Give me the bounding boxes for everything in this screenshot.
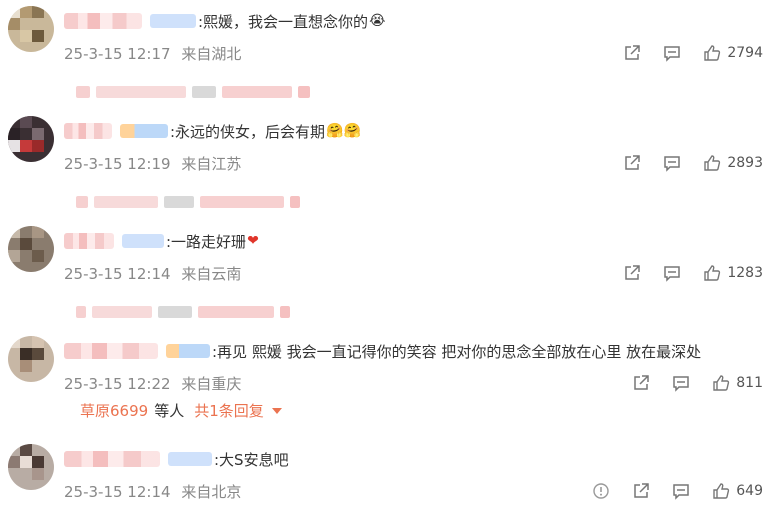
share-icon	[634, 375, 650, 390]
comment-actions: 2794	[601, 42, 763, 64]
comment-meta: 25-3-15 12:22 来自重庆	[64, 373, 247, 394]
user-badge	[120, 124, 168, 138]
like-button[interactable]: 1283	[703, 264, 763, 282]
comment-date: 25-3-15 12:17	[64, 45, 171, 63]
share-button[interactable]	[632, 482, 650, 500]
user-badge	[122, 234, 164, 248]
like-count: 1283	[727, 265, 763, 281]
share-icon	[625, 45, 641, 60]
thumbs-up-icon	[713, 483, 730, 499]
chevron-down-icon[interactable]	[271, 407, 282, 414]
reply-user-link[interactable]: 草原6699	[80, 400, 148, 421]
comment-button[interactable]	[672, 482, 690, 500]
report-icon	[593, 483, 609, 499]
comment-icon	[673, 484, 690, 500]
like-count: 2794	[727, 45, 763, 61]
avatar[interactable]	[8, 116, 54, 162]
share-icon	[625, 265, 641, 280]
hugging-face-icon: 🤗🤗	[326, 123, 361, 139]
view-replies-link[interactable]: 共1条回复	[194, 400, 264, 421]
comment-meta: 25-3-15 12:19 来自江苏	[64, 153, 247, 174]
user-badge	[168, 452, 212, 466]
like-count: 2893	[727, 155, 763, 171]
share-button[interactable]	[632, 374, 650, 392]
username[interactable]	[64, 233, 114, 249]
user-badge	[150, 14, 196, 28]
crying-face-icon: 😭	[369, 13, 386, 29]
share-button[interactable]	[623, 44, 641, 62]
username[interactable]	[64, 123, 112, 139]
comment-icon	[664, 46, 681, 62]
comment-button[interactable]	[663, 44, 681, 62]
comment-actions: 2893	[601, 152, 763, 174]
red-heart-icon: ❤	[247, 233, 259, 249]
comment-button[interactable]	[672, 374, 690, 392]
comment-location: 来自重庆	[181, 375, 242, 393]
comment-button[interactable]	[663, 264, 681, 282]
comment-header: :再见 熙媛 我会一直记得你的笑容 把对你的思念全部放在心里 放在最深处	[64, 340, 701, 362]
like-button[interactable]: 811	[712, 374, 763, 392]
reply-summary: 草原6699 等人 共1条回复	[80, 400, 282, 421]
report-button[interactable]	[592, 482, 610, 500]
comment-button[interactable]	[663, 154, 681, 172]
comment-actions: 811	[610, 372, 763, 394]
share-button[interactable]	[623, 154, 641, 172]
thumbs-up-icon	[713, 375, 730, 391]
avatar[interactable]	[8, 6, 54, 52]
avatar[interactable]	[8, 444, 54, 490]
comment-icon	[664, 156, 681, 172]
thumbs-up-icon	[704, 155, 721, 171]
comment-text: :大S安息吧	[214, 450, 289, 469]
comment-date: 25-3-15 12:14	[64, 265, 171, 283]
reply-etc-label: 等人	[154, 402, 185, 420]
avatar[interactable]	[8, 226, 54, 272]
username[interactable]	[64, 451, 160, 467]
like-count: 649	[736, 483, 763, 499]
like-button[interactable]: 649	[712, 482, 763, 500]
comment-text: :再见 熙媛 我会一直记得你的笑容 把对你的思念全部放在心里 放在最深处	[212, 342, 702, 361]
share-icon	[625, 155, 641, 170]
comment-location: 来自湖北	[181, 45, 242, 63]
comment-header: :大S安息吧	[64, 448, 289, 470]
like-button[interactable]: 2893	[703, 154, 763, 172]
comment-icon	[664, 266, 681, 282]
comment-text: :一路走好珊	[166, 232, 247, 251]
like-count: 811	[736, 375, 763, 391]
thumbs-up-icon	[704, 45, 721, 61]
username[interactable]	[64, 13, 142, 29]
blurred-reply-preview	[76, 84, 316, 100]
avatar[interactable]	[8, 336, 54, 382]
comment-meta: 25-3-15 12:17 来自湖北	[64, 43, 247, 64]
comment-icon	[673, 376, 690, 392]
comment-actions: 649	[570, 480, 763, 502]
comment-header: :永远的侠女，后会有期 🤗🤗	[64, 120, 361, 142]
like-button[interactable]: 2794	[703, 44, 763, 62]
comment-meta: 25-3-15 12:14 来自北京	[64, 481, 247, 502]
blurred-reply-preview	[76, 304, 296, 320]
comment-location: 来自北京	[181, 483, 242, 501]
share-icon	[634, 483, 650, 498]
comment-location: 来自江苏	[181, 155, 242, 173]
comment-header: :熙媛，我会一直想念你的 😭	[64, 10, 385, 32]
comment-location: 来自云南	[181, 265, 242, 283]
username[interactable]	[64, 343, 158, 359]
comment-text: :熙媛，我会一直想念你的	[198, 12, 369, 31]
comment-header: :一路走好珊 ❤	[64, 230, 259, 252]
comment-date: 25-3-15 12:22	[64, 375, 171, 393]
comment-meta: 25-3-15 12:14 来自云南	[64, 263, 247, 284]
thumbs-up-icon	[704, 265, 721, 281]
blurred-reply-preview	[76, 194, 306, 210]
comment-text: :永远的侠女，后会有期	[170, 122, 326, 141]
comment-date: 25-3-15 12:14	[64, 483, 171, 501]
share-button[interactable]	[623, 264, 641, 282]
comment-actions: 1283	[601, 262, 763, 284]
user-badge	[166, 344, 210, 358]
comment-date: 25-3-15 12:19	[64, 155, 171, 173]
